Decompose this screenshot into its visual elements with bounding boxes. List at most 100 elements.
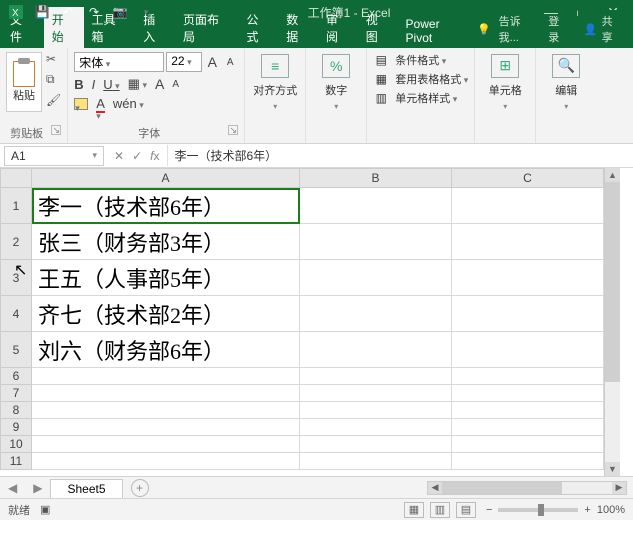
editing-button[interactable]: 🔍 编辑 ▾ bbox=[542, 52, 590, 112]
cell-style-button[interactable]: ▥单元格样式 bbox=[373, 90, 468, 106]
cell-C4[interactable] bbox=[452, 296, 604, 332]
page-break-view-icon[interactable]: ▤ bbox=[456, 502, 476, 518]
underline-button[interactable]: U bbox=[103, 77, 119, 92]
cell-C10[interactable] bbox=[452, 436, 604, 453]
cell-A1[interactable]: 李一（技术部6年） bbox=[32, 188, 300, 224]
undo-icon[interactable]: ↶ bbox=[60, 4, 76, 20]
cell-A2[interactable]: 张三（财务部3年） bbox=[32, 224, 300, 260]
font-name-select[interactable]: 宋体 bbox=[74, 52, 164, 72]
font-color-button[interactable]: A bbox=[96, 96, 105, 111]
cell-C8[interactable] bbox=[452, 402, 604, 419]
fill-color-button[interactable] bbox=[74, 98, 88, 110]
save-icon[interactable]: 💾 bbox=[34, 4, 50, 20]
tab-review[interactable]: 审阅 bbox=[318, 7, 358, 48]
confirm-formula-icon[interactable]: ✓ bbox=[132, 149, 142, 163]
cell-C5[interactable] bbox=[452, 332, 604, 368]
row-header[interactable]: 4 bbox=[0, 296, 32, 332]
normal-view-icon[interactable]: ▦ bbox=[404, 502, 424, 518]
cell-B3[interactable] bbox=[300, 260, 452, 296]
zoom-out-button[interactable]: − bbox=[486, 504, 492, 516]
clipboard-launcher-icon[interactable]: ↘ bbox=[51, 125, 61, 135]
decrease-font-icon[interactable]: A bbox=[222, 54, 238, 70]
column-header-B[interactable]: B bbox=[300, 168, 452, 188]
page-layout-view-icon[interactable]: ▥ bbox=[430, 502, 450, 518]
tell-me-label[interactable]: 告诉我... bbox=[499, 13, 541, 45]
tab-view[interactable]: 视图 bbox=[358, 7, 398, 48]
scroll-right-icon[interactable]: ▶ bbox=[612, 482, 626, 494]
scroll-down-icon[interactable]: ▼ bbox=[605, 462, 620, 476]
share-button[interactable]: 👤共享 bbox=[578, 10, 629, 48]
cell-A11[interactable] bbox=[32, 453, 300, 470]
cells-button[interactable]: ⊞ 单元格 ▾ bbox=[481, 52, 529, 112]
font-launcher-icon[interactable]: ↘ bbox=[228, 125, 238, 135]
redo-icon[interactable]: ↷ bbox=[86, 4, 102, 20]
zoom-slider[interactable] bbox=[498, 508, 578, 512]
cell-B10[interactable] bbox=[300, 436, 452, 453]
row-header[interactable]: 1 bbox=[0, 188, 32, 224]
cell-A5[interactable]: 刘六（财务部6年） bbox=[32, 332, 300, 368]
tab-formulas[interactable]: 公式 bbox=[238, 7, 278, 48]
row-header[interactable]: 10 bbox=[0, 436, 32, 453]
number-format-button[interactable]: % 数字 ▾ bbox=[312, 52, 360, 112]
camera-icon[interactable]: 📷 bbox=[112, 4, 128, 20]
scroll-up-icon[interactable]: ▲ bbox=[605, 168, 620, 182]
cell-B1[interactable] bbox=[300, 188, 452, 224]
cell-C3[interactable] bbox=[452, 260, 604, 296]
cell-A6[interactable] bbox=[32, 368, 300, 385]
cell-C11[interactable] bbox=[452, 453, 604, 470]
macro-record-icon[interactable]: ▣ bbox=[40, 503, 50, 516]
cell-A7[interactable] bbox=[32, 385, 300, 402]
cell-A9[interactable] bbox=[32, 419, 300, 436]
cell-B8[interactable] bbox=[300, 402, 452, 419]
qat-dropdown-icon[interactable] bbox=[138, 4, 154, 20]
row-header[interactable]: 2 bbox=[0, 224, 32, 260]
name-box[interactable]: A1▾ bbox=[4, 146, 104, 166]
conditional-format-button[interactable]: ▤条件格式 bbox=[373, 52, 468, 68]
zoom-level[interactable]: 100% bbox=[597, 504, 625, 516]
font-size-select[interactable]: 22 bbox=[166, 52, 202, 72]
phonetic-icon[interactable]: wén bbox=[113, 96, 144, 111]
row-header[interactable]: 7 bbox=[0, 385, 32, 402]
cell-C7[interactable] bbox=[452, 385, 604, 402]
vertical-scrollbar[interactable]: ▲ ▼ bbox=[604, 168, 620, 476]
cut-icon[interactable]: ✂ bbox=[46, 52, 61, 66]
cell-A8[interactable] bbox=[32, 402, 300, 419]
sheet-nav-next-icon[interactable]: ▶ bbox=[25, 481, 50, 495]
row-header[interactable]: 11 bbox=[0, 453, 32, 470]
cell-B6[interactable] bbox=[300, 368, 452, 385]
format-painter-icon[interactable]: 🖌 bbox=[46, 93, 61, 107]
cell-A3[interactable]: 王五（人事部5年） bbox=[32, 260, 300, 296]
tab-page-layout[interactable]: 页面布局 bbox=[175, 7, 239, 48]
font-shrink-icon[interactable]: A bbox=[172, 79, 179, 90]
scroll-left-icon[interactable]: ◀ bbox=[428, 482, 442, 494]
tell-me-icon[interactable]: 💡 bbox=[477, 23, 491, 36]
border-button[interactable]: ▦ bbox=[128, 76, 147, 92]
formula-bar[interactable]: 李一（技术部6年） bbox=[167, 145, 633, 166]
select-all-corner[interactable] bbox=[0, 168, 32, 188]
fx-icon[interactable]: fx bbox=[150, 149, 159, 163]
cell-B5[interactable] bbox=[300, 332, 452, 368]
copy-icon[interactable]: ⧉ bbox=[46, 72, 61, 87]
cell-B11[interactable] bbox=[300, 453, 452, 470]
font-grow-icon[interactable]: A bbox=[155, 76, 164, 92]
row-header[interactable]: 8 bbox=[0, 402, 32, 419]
hscroll-thumb[interactable] bbox=[442, 482, 562, 494]
cell-C1[interactable] bbox=[452, 188, 604, 224]
bold-button[interactable]: B bbox=[74, 77, 83, 92]
sheet-nav-prev-icon[interactable]: ◀ bbox=[0, 481, 25, 495]
horizontal-scrollbar[interactable]: ◀ ▶ bbox=[427, 481, 627, 495]
scroll-thumb[interactable] bbox=[605, 182, 620, 382]
paste-button[interactable]: 粘贴 bbox=[6, 52, 42, 112]
cell-B7[interactable] bbox=[300, 385, 452, 402]
cell-B2[interactable] bbox=[300, 224, 452, 260]
zoom-in-button[interactable]: + bbox=[584, 504, 590, 516]
row-header[interactable]: 6 bbox=[0, 368, 32, 385]
italic-button[interactable]: I bbox=[92, 77, 96, 92]
cell-A10[interactable] bbox=[32, 436, 300, 453]
table-format-button[interactable]: ▦套用表格格式 bbox=[373, 71, 468, 87]
sign-in-label[interactable]: 登录 bbox=[548, 13, 570, 45]
cancel-formula-icon[interactable]: ✕ bbox=[114, 149, 124, 163]
row-header[interactable]: 3 bbox=[0, 260, 32, 296]
column-header-A[interactable]: A bbox=[32, 168, 300, 188]
row-header[interactable]: 5 bbox=[0, 332, 32, 368]
